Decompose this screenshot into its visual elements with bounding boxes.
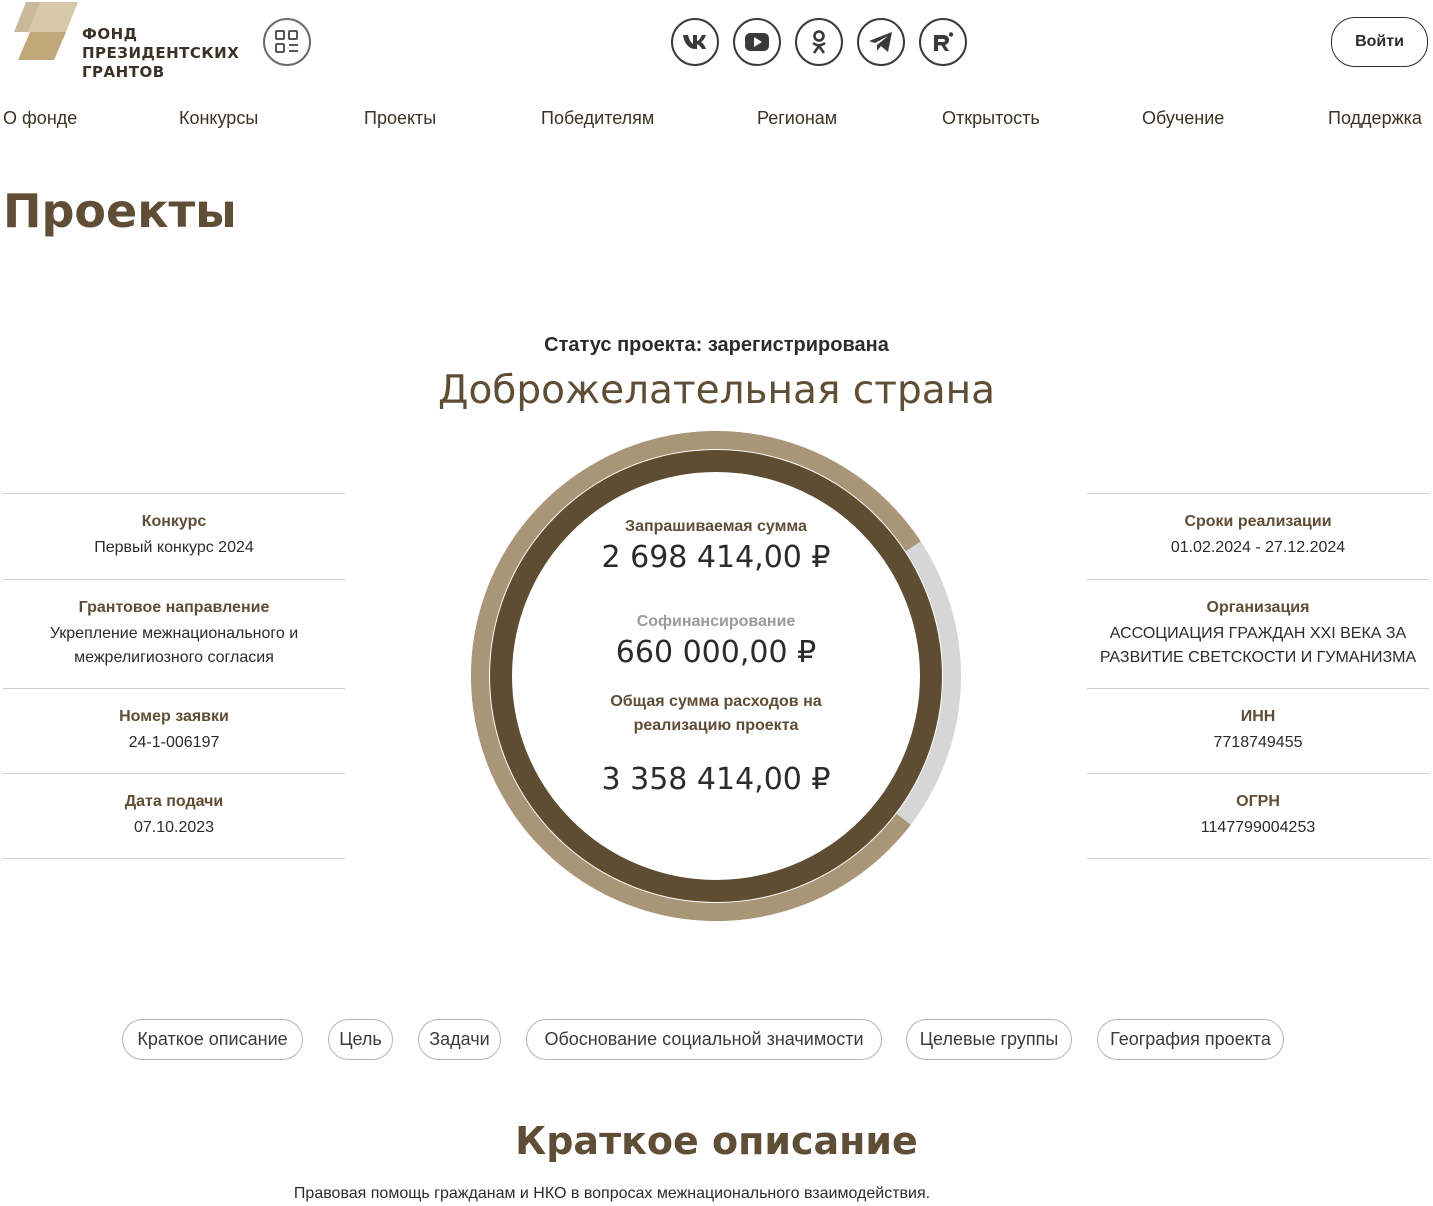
qr-menu-button[interactable] [263, 18, 311, 66]
nav-item-support[interactable]: Поддержка [1328, 108, 1422, 129]
requested-amount-label: Запрашиваемая сумма [625, 518, 807, 535]
project-name: Доброжелательная страна [437, 368, 996, 413]
nav-item-winners[interactable]: Победителям [541, 108, 654, 129]
info-value: 01.02.2024 - 27.12.2024 [1170, 539, 1346, 556]
info-value: Укрепление межнационального и межрелигио… [49, 624, 299, 666]
info-label: ИНН [1240, 707, 1276, 725]
info-row-grant-direction: Грантовое направление Укрепление межнаци… [3, 579, 345, 688]
login-button[interactable]: Войти [1331, 17, 1428, 67]
logo-line: ФОНД [82, 25, 138, 43]
nav-item-openness[interactable]: Открытость [942, 108, 1040, 129]
info-row-inn: ИНН 7718749455 [1087, 688, 1429, 773]
nav-item-contests[interactable]: Конкурсы [179, 108, 258, 129]
info-value: 7718749455 [1213, 733, 1303, 751]
logo-text[interactable]: ФОНД ПРЕЗИДЕНТСКИХ ГРАНТОВ [82, 25, 239, 82]
info-label: Дата подачи [124, 792, 224, 810]
info-label: Организация [1206, 598, 1310, 616]
info-row-application-number: Номер заявки 24-1-006197 [3, 688, 345, 773]
cofinancing-label: Софинансирование [636, 613, 796, 630]
info-row-submission-date: Дата подачи 07.10.2023 [3, 773, 345, 859]
info-value: АССОЦИАЦИЯ ГРАЖДАН XXI ВЕКА ЗА РАЗВИТИЕ … [1099, 624, 1417, 666]
telegram-link[interactable] [857, 18, 905, 66]
project-info-right: Сроки реализации 01.02.2024 - 27.12.2024… [1087, 493, 1429, 859]
youtube-link[interactable] [733, 18, 781, 66]
logo-line: ПРЕЗИДЕНТСКИХ [82, 44, 240, 62]
info-value: 07.10.2023 [133, 818, 215, 836]
section-text: Правовая помощь гражданам и НКО в вопрос… [293, 1185, 931, 1202]
rutube-link[interactable] [919, 18, 967, 66]
info-label: ОГРН [1236, 792, 1280, 810]
header: ФОНД ПРЕЗИДЕНТСКИХ ГРАНТОВ Войти [0, 0, 1433, 90]
project-info-left: Конкурс Первый конкурс 2024 Грантовое на… [3, 493, 345, 859]
info-value: Первый конкурс 2024 [94, 539, 254, 556]
funding-amounts: Запрашиваемая сумма 2 698 414,00 ₽ Софин… [516, 480, 916, 797]
odnoklassniki-icon [812, 30, 826, 54]
info-label: Грантовое направление [78, 598, 270, 616]
total-amount-value: 3 358 414,00 ₽ [601, 762, 831, 797]
info-label: Конкурс [141, 513, 207, 530]
social-links [671, 18, 967, 66]
page-title: Проекты [3, 184, 237, 238]
grid-menu-icon [275, 30, 298, 53]
total-amount-label: Общая сумма расходов на реализацию проек… [610, 693, 822, 734]
info-row-ogrn: ОГРН 1147799004253 [1087, 773, 1429, 859]
section-title: Краткое описание [515, 1119, 918, 1163]
fund-logo-icon[interactable] [12, 2, 82, 64]
telegram-icon [869, 32, 892, 52]
info-row-organization: Организация АССОЦИАЦИЯ ГРАЖДАН XXI ВЕКА … [1087, 579, 1429, 688]
tab-goal[interactable]: Цель [328, 1019, 393, 1060]
logo-line: ГРАНТОВ [82, 63, 165, 81]
project-status: Статус проекта: зарегистрирована [544, 334, 889, 356]
info-value: 1147799004253 [1200, 818, 1316, 836]
vk-icon [683, 35, 706, 49]
rutube-icon [934, 32, 954, 51]
info-label: Номер заявки [119, 707, 229, 725]
youtube-icon [745, 33, 769, 51]
tab-tasks[interactable]: Задачи [418, 1019, 501, 1060]
info-label: Сроки реализации [1184, 513, 1332, 530]
nav-item-projects[interactable]: Проекты [364, 108, 436, 129]
requested-amount-value: 2 698 414,00 ₽ [601, 540, 831, 575]
project-tabs: Краткое описание Цель Задачи Обоснование… [0, 1019, 1433, 1061]
odnoklassniki-link[interactable] [795, 18, 843, 66]
vk-link[interactable] [671, 18, 719, 66]
info-row-dates: Сроки реализации 01.02.2024 - 27.12.2024 [1087, 493, 1429, 579]
nav-item-regions[interactable]: Регионам [757, 108, 837, 129]
info-row-contest: Конкурс Первый конкурс 2024 [3, 493, 345, 579]
nav-item-education[interactable]: Обучение [1142, 108, 1224, 129]
cofinancing-value: 660 000,00 ₽ [615, 635, 817, 670]
nav-item-about[interactable]: О фонде [3, 108, 77, 129]
tab-project-geography[interactable]: География проекта [1097, 1019, 1284, 1060]
tab-social-significance[interactable]: Обоснование социальной значимости [526, 1019, 882, 1060]
main-nav: О фонде Конкурсы Проекты Победителям Рег… [0, 108, 1433, 138]
info-value: 24-1-006197 [128, 733, 220, 751]
tab-target-groups[interactable]: Целевые группы [906, 1019, 1072, 1060]
tab-short-description[interactable]: Краткое описание [122, 1019, 303, 1060]
